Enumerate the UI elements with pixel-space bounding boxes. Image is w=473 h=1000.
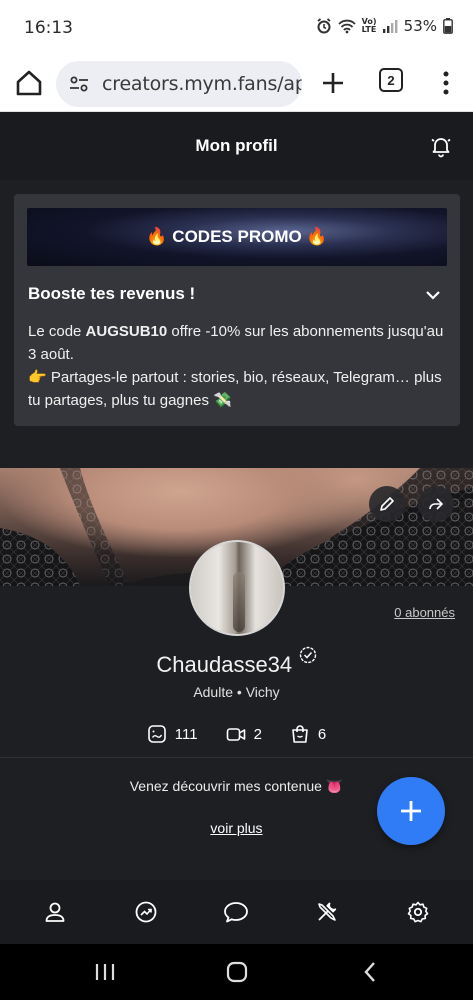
video-icon [226,728,245,741]
wifi-icon [338,19,356,34]
status-bar: 16:13 Vo) LTE 53% [0,0,473,56]
edit-cover-button[interactable] [369,486,405,522]
shopping-bag-icon [292,725,308,743]
more-menu-icon[interactable] [436,68,456,98]
stat-photos: 111 [147,724,198,744]
promo-text: Le code AUGSUB10 offre -10% sur les abon… [28,320,448,412]
status-icons: Vo) LTE 53% [316,17,453,35]
nav-profile[interactable] [35,892,75,932]
settings-icon [407,901,428,923]
chat-icon [224,902,249,923]
promo-line1-prefix: Le code [28,323,86,340]
nav-messages[interactable] [216,892,256,932]
nav-settings[interactable] [398,892,438,932]
battery-icon [443,18,453,34]
username-row: Chaudasse34 [0,646,473,678]
username: Chaudasse34 [156,652,293,677]
profile-subtitle: Adulte • Vichy [193,684,280,700]
promo-line2: 👉 Partages-le partout : stories, bio, ré… [28,369,442,409]
share-icon [429,498,443,510]
back-nav-icon[interactable] [358,960,384,984]
stat-photos-count: 111 [174,725,198,743]
new-tab-icon[interactable] [318,68,348,98]
alarm-icon [317,18,331,34]
address-bar[interactable]: creators.mym.fans/app [56,61,302,107]
photo-icon [147,725,166,743]
app-header: Mon profil [0,112,473,180]
plus-icon [401,801,421,821]
stat-products: 6 [290,724,326,744]
network-label: Vo) LTE [361,17,377,34]
stats-icon [135,901,157,923]
bottom-nav [0,880,473,944]
create-post-button[interactable] [377,777,445,845]
signal-icon [382,19,398,33]
share-profile-button[interactable] [418,486,454,522]
nav-tools[interactable] [307,892,347,932]
browser-toolbar: creators.mym.fans/app 2 [0,56,473,112]
status-time: 16:13 [24,18,73,38]
page-title: Mon profil [195,136,278,155]
stat-videos-count: 2 [253,725,262,743]
battery-percent: 53% [403,17,437,35]
home-nav-icon[interactable] [224,960,250,984]
site-settings-icon[interactable] [68,73,90,95]
stat-products-count: 6 [317,725,327,743]
promo-card: 🔥 CODES PROMO 🔥 Booste tes revenus ! Le … [14,194,460,426]
followers-link[interactable]: 0 abonnés [394,605,455,620]
recent-apps-icon[interactable] [92,960,118,984]
promo-heading[interactable]: Booste tes revenus ! [28,284,195,304]
chevron-down-icon[interactable] [424,286,442,304]
promo-code: AUGSUB10 [85,323,168,340]
promo-banner[interactable]: 🔥 CODES PROMO 🔥 [27,208,447,266]
tools-icon [318,902,337,921]
notification-bell-icon[interactable] [429,134,453,158]
nav-stats[interactable] [126,892,166,932]
tab-switcher-button[interactable]: 2 [379,68,403,92]
verified-badge-icon [299,646,316,664]
pencil-icon [380,497,394,511]
stat-videos: 2 [226,724,262,744]
url-text[interactable]: creators.mym.fans/app [102,73,302,95]
system-nav-bar [0,944,473,1000]
home-icon[interactable] [14,68,44,98]
profile-icon [45,902,65,922]
avatar[interactable] [189,540,285,636]
profile-stats: 111 2 6 [0,724,473,744]
